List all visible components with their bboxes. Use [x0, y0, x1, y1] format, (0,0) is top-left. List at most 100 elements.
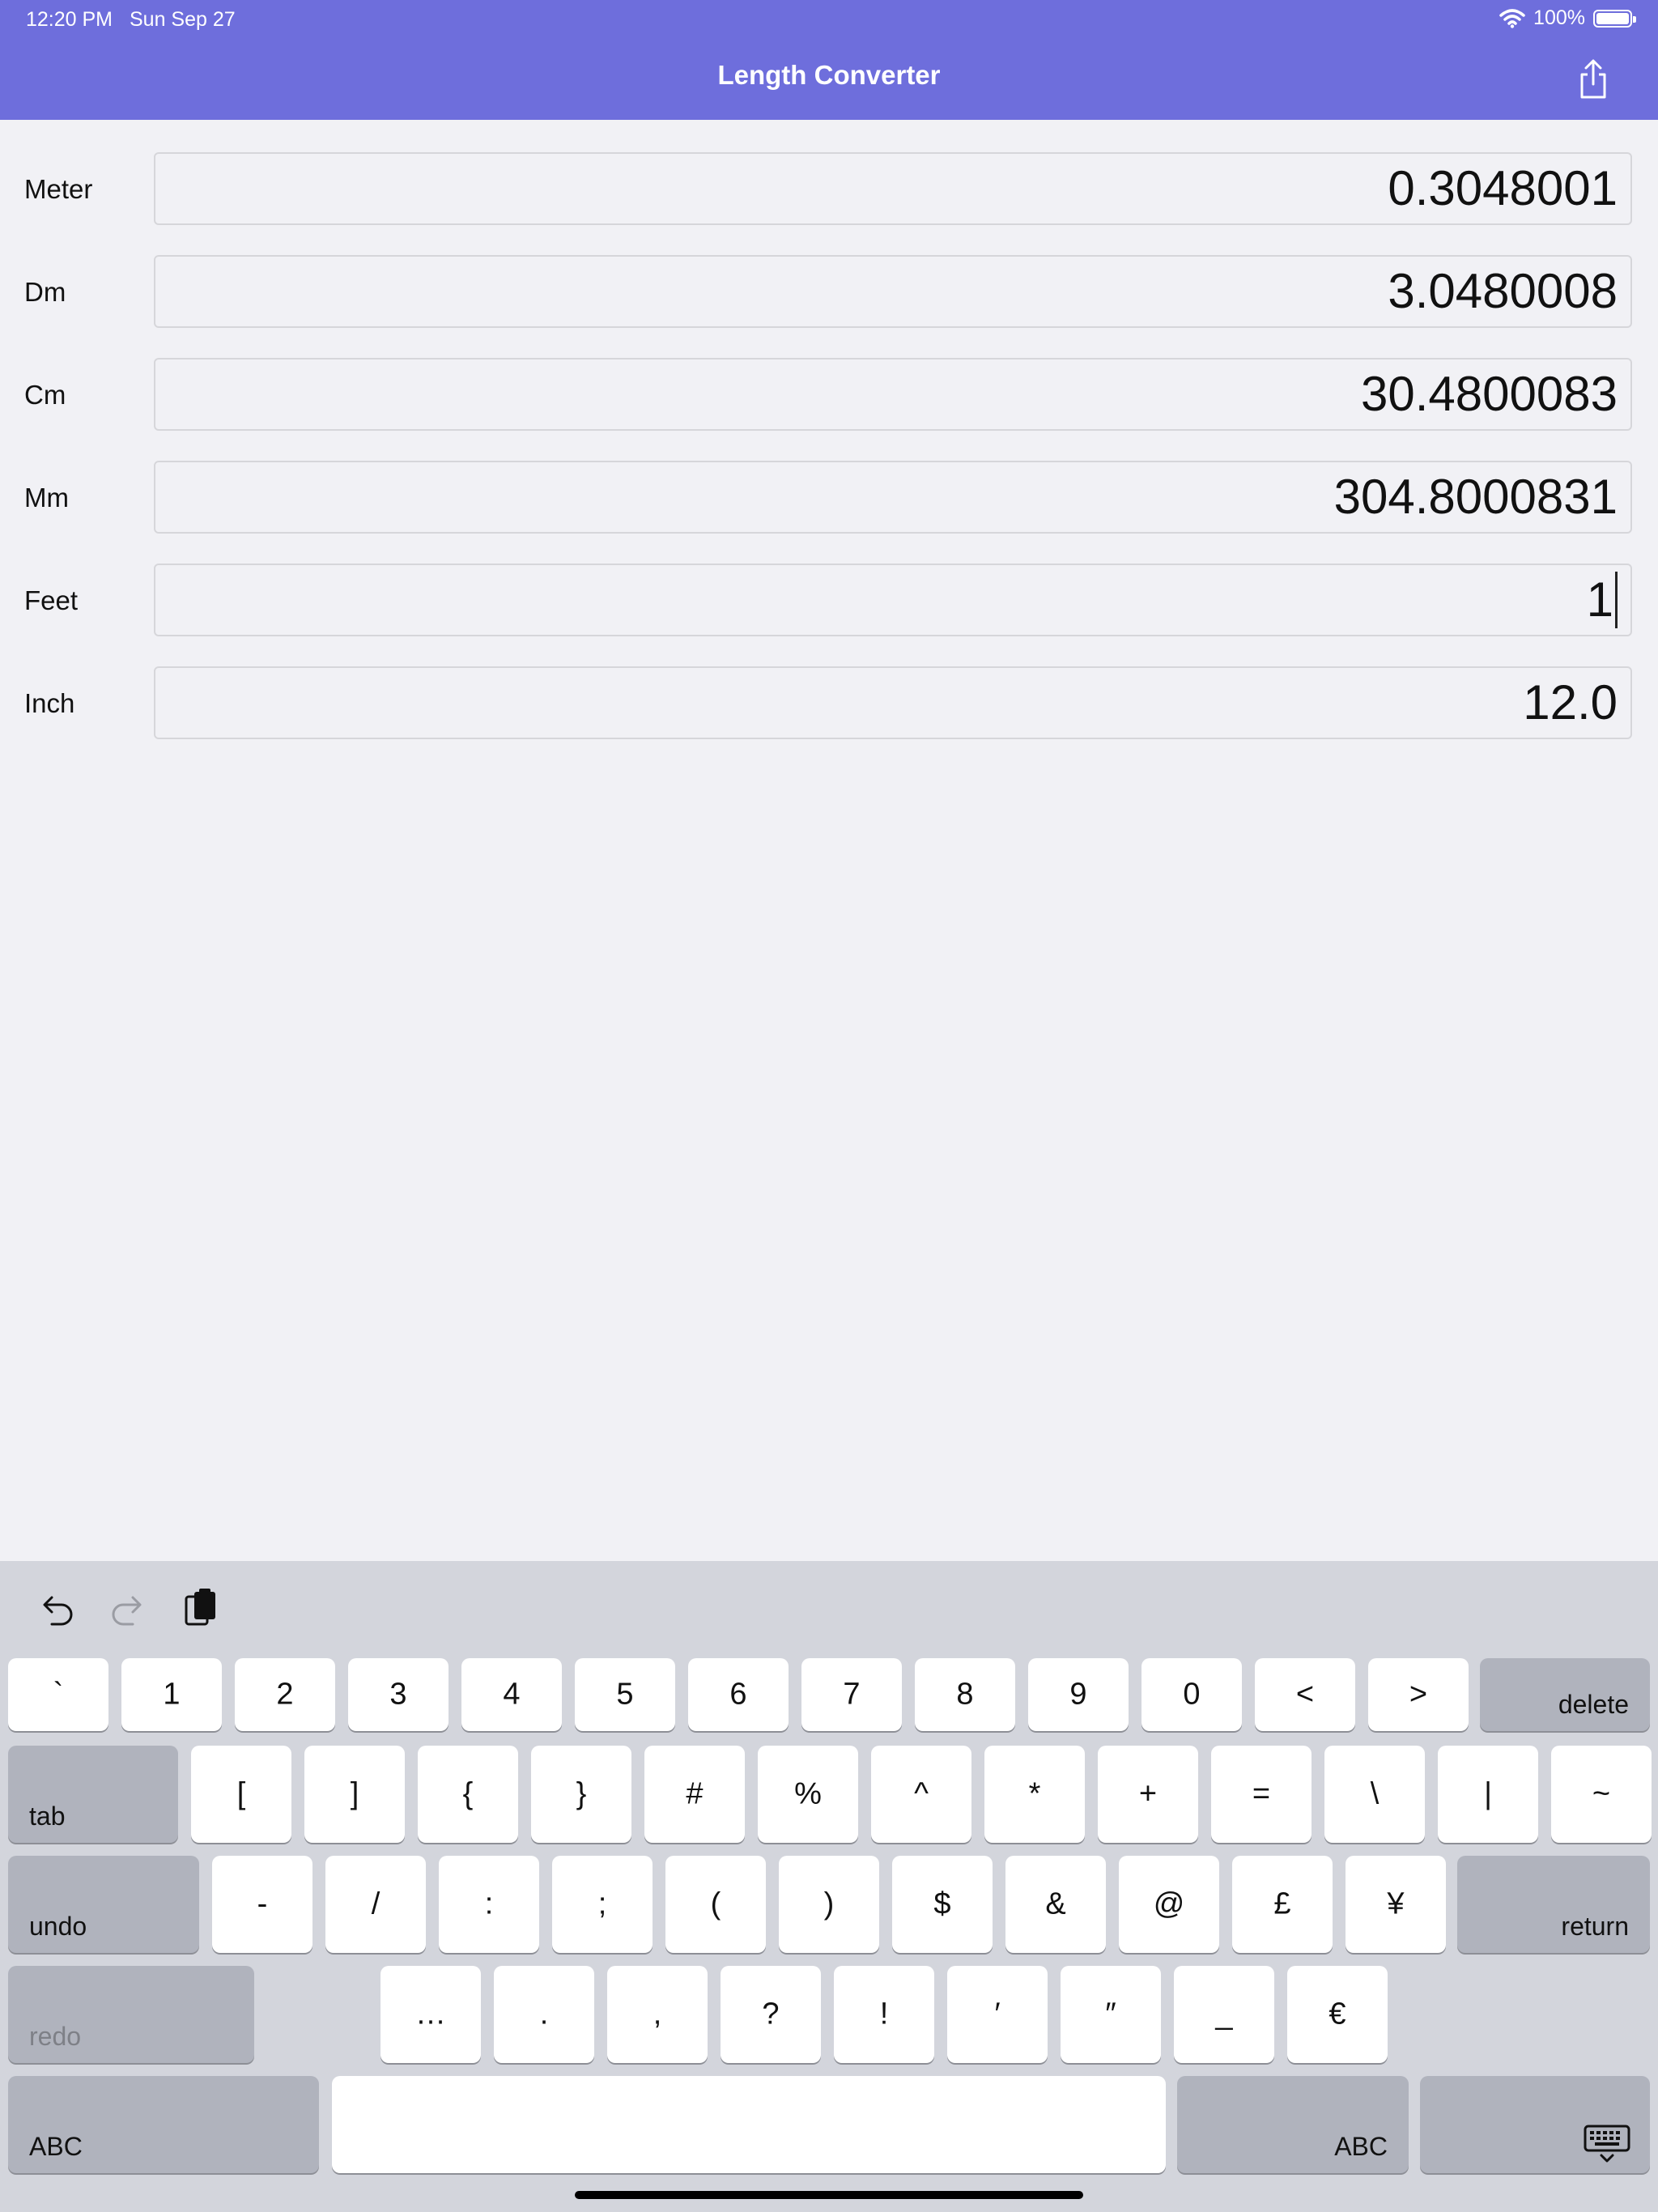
row-mm: Mm 304.8000831 [0, 461, 1658, 535]
key[interactable]: : [439, 1856, 539, 1953]
key[interactable]: ] [304, 1746, 405, 1843]
key-label: > [1409, 1677, 1428, 1712]
battery-percent: 100% [1533, 6, 1585, 29]
space-key[interactable] [332, 2076, 1166, 2173]
abc-key-left[interactable]: ABC [8, 2076, 319, 2173]
mm-input[interactable]: 304.8000831 [154, 461, 1632, 534]
key-label: 6 [729, 1677, 747, 1712]
key[interactable]: , [607, 1966, 708, 2063]
redo-key[interactable]: redo [8, 1966, 254, 2063]
key[interactable]: ″ [1061, 1966, 1161, 2063]
key-label: & [1045, 1887, 1066, 1921]
key-label: - [257, 1887, 268, 1921]
key[interactable]: 9 [1028, 1658, 1129, 1731]
row-cm: Cm 30.4800083 [0, 358, 1658, 432]
key[interactable]: . [494, 1966, 594, 2063]
key[interactable]: 1 [121, 1658, 222, 1731]
key[interactable]: ) [779, 1856, 879, 1953]
key[interactable]: £ [1232, 1856, 1333, 1953]
key-label: : [484, 1887, 494, 1921]
key-label: delete [1558, 1690, 1629, 1719]
undo-key[interactable]: undo [8, 1856, 199, 1953]
key-label: , [653, 1997, 662, 2031]
field-value: 304.8000831 [1333, 470, 1618, 524]
delete-key[interactable]: delete [1480, 1658, 1650, 1731]
dm-input[interactable]: 3.0480008 [154, 255, 1632, 328]
key-label: 2 [276, 1677, 294, 1712]
key[interactable]: ? [721, 1966, 821, 2063]
key-label: tab [29, 1802, 66, 1831]
key[interactable]: ^ [871, 1746, 971, 1843]
key[interactable]: ! [834, 1966, 934, 2063]
key[interactable]: 0 [1141, 1658, 1242, 1731]
abc-key-right[interactable]: ABC [1177, 2076, 1409, 2173]
key[interactable]: / [325, 1856, 426, 1953]
key-label: { [462, 1776, 474, 1811]
key[interactable]: ′ [947, 1966, 1048, 2063]
key[interactable]: 4 [461, 1658, 562, 1731]
cm-input[interactable]: 30.4800083 [154, 358, 1632, 431]
key-label: ″ [1105, 1997, 1116, 2031]
key[interactable]: { [418, 1746, 518, 1843]
key[interactable]: \ [1324, 1746, 1425, 1843]
share-icon[interactable] [1574, 57, 1613, 102]
key-label: 3 [389, 1677, 407, 1712]
inch-input[interactable]: 12.0 [154, 666, 1632, 739]
key[interactable]: - [212, 1856, 312, 1953]
key-label: 9 [1069, 1677, 1087, 1712]
key-label: undo [29, 1912, 87, 1941]
key[interactable]: 8 [915, 1658, 1015, 1731]
key-label: 1 [163, 1677, 181, 1712]
home-indicator [575, 2191, 1083, 2199]
key[interactable]: _ [1174, 1966, 1274, 2063]
key-label: return [1561, 1912, 1629, 1941]
key[interactable]: [ [191, 1746, 291, 1843]
key[interactable]: * [984, 1746, 1085, 1843]
key[interactable]: < [1255, 1658, 1355, 1731]
key[interactable]: 5 [575, 1658, 675, 1731]
field-label: Feet [24, 585, 79, 615]
key[interactable]: ` [8, 1658, 108, 1731]
row-dm: Dm 3.0480008 [0, 255, 1658, 330]
key[interactable]: ; [552, 1856, 653, 1953]
key[interactable]: 3 [348, 1658, 449, 1731]
dismiss-keyboard-key[interactable] [1420, 2076, 1650, 2173]
key[interactable]: 2 [235, 1658, 335, 1731]
undo-icon[interactable] [34, 1587, 79, 1632]
key[interactable]: € [1287, 1966, 1388, 2063]
key[interactable]: 7 [801, 1658, 902, 1731]
redo-icon[interactable] [105, 1587, 151, 1632]
paste-icon[interactable] [178, 1587, 223, 1632]
key[interactable]: ~ [1551, 1746, 1652, 1843]
page-title: Length Converter [717, 60, 941, 90]
key-label: ABC [1334, 2132, 1388, 2161]
key-label: + [1138, 1776, 1158, 1811]
key[interactable]: % [758, 1746, 858, 1843]
key-label: € [1329, 1997, 1346, 2031]
tab-key[interactable]: tab [8, 1746, 178, 1843]
key[interactable]: | [1438, 1746, 1538, 1843]
key[interactable]: & [1005, 1856, 1106, 1953]
key[interactable]: $ [892, 1856, 993, 1953]
meter-input[interactable]: 0.3048001 [154, 152, 1632, 225]
key-label: redo [29, 2022, 82, 2051]
key-label: ( [710, 1887, 721, 1921]
key[interactable]: # [644, 1746, 745, 1843]
status-date: Sun Sep 27 [130, 8, 236, 31]
field-value: 12.0 [1523, 675, 1618, 730]
key[interactable]: @ [1119, 1856, 1219, 1953]
key[interactable]: ¥ [1346, 1856, 1446, 1953]
key[interactable]: 6 [688, 1658, 789, 1731]
key[interactable]: … [380, 1966, 481, 2063]
key[interactable]: = [1211, 1746, 1312, 1843]
key-label: 5 [616, 1677, 634, 1712]
feet-input[interactable]: 1 [154, 564, 1632, 636]
key[interactable]: } [531, 1746, 631, 1843]
key-label: / [371, 1887, 380, 1921]
key[interactable]: ( [665, 1856, 766, 1953]
keyboard-dismiss-icon [1584, 2125, 1630, 2163]
key[interactable]: + [1098, 1746, 1198, 1843]
key[interactable]: > [1368, 1658, 1469, 1731]
return-key[interactable]: return [1457, 1856, 1650, 1953]
row-meter: Meter 0.3048001 [0, 152, 1658, 227]
